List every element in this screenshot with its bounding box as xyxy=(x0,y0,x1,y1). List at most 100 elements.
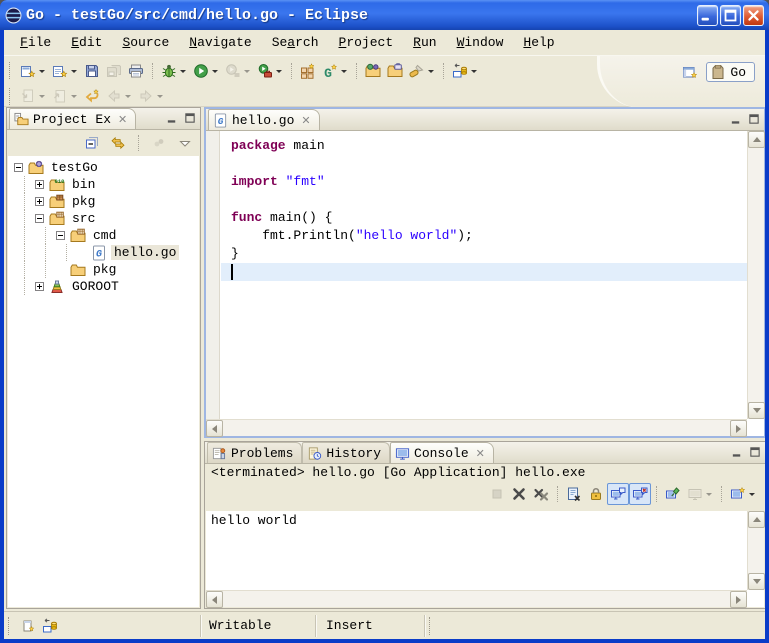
dropdown-arrow-icon[interactable] xyxy=(244,70,250,73)
show-stderr-button[interactable] xyxy=(629,483,651,505)
editor-horizontal-scrollbar[interactable] xyxy=(206,419,747,436)
trim-annotation-button[interactable] xyxy=(39,615,61,637)
pin-console-button[interactable] xyxy=(662,483,684,505)
scroll-down-button[interactable] xyxy=(748,573,765,590)
expand-toggle-icon[interactable] xyxy=(35,197,44,206)
dropdown-arrow-icon[interactable] xyxy=(428,70,434,73)
dropdown-arrow-icon[interactable] xyxy=(180,70,186,73)
annotation-nav-button[interactable] xyxy=(449,60,481,82)
tree-item-testGo[interactable]: testGo xyxy=(8,159,199,176)
tab-history[interactable]: History xyxy=(302,442,390,463)
menu-search[interactable]: Search xyxy=(262,32,329,53)
dropdown-arrow-icon[interactable] xyxy=(341,70,347,73)
collapse-toggle-icon[interactable] xyxy=(56,231,65,240)
open-resource-button[interactable] xyxy=(384,60,406,82)
remove-all-launches-button[interactable] xyxy=(530,483,552,505)
new-go-package-button[interactable] xyxy=(297,60,319,82)
external-tools-button[interactable] xyxy=(254,60,286,82)
prev-annotation-button[interactable] xyxy=(49,85,81,107)
save-button[interactable] xyxy=(81,60,103,82)
tab-console[interactable]: Console✕ xyxy=(390,442,494,463)
debug-button[interactable] xyxy=(158,60,190,82)
terminate-button[interactable] xyxy=(486,483,508,505)
tree-item-GOROOT[interactable]: GOROOT xyxy=(8,278,199,295)
open-plugin-button[interactable] xyxy=(362,60,384,82)
editor-gutter[interactable] xyxy=(206,131,220,419)
menu-edit[interactable]: Edit xyxy=(61,32,112,53)
dropdown-arrow-icon[interactable] xyxy=(39,70,45,73)
dropdown-arrow-icon[interactable] xyxy=(71,70,77,73)
dropdown-arrow-icon[interactable] xyxy=(471,70,477,73)
run-button[interactable] xyxy=(190,60,222,82)
toolbar-grip[interactable] xyxy=(9,62,12,79)
close-button[interactable] xyxy=(743,5,764,26)
close-icon[interactable]: ✕ xyxy=(301,114,310,127)
open-perspective-button[interactable] xyxy=(679,61,701,83)
trim-grip[interactable] xyxy=(8,617,11,635)
next-annotation-button[interactable] xyxy=(17,85,49,107)
scroll-right-button[interactable] xyxy=(730,591,747,608)
clear-console-button[interactable] xyxy=(563,483,585,505)
minimize-button[interactable] xyxy=(697,5,718,26)
focus-button[interactable] xyxy=(148,132,170,154)
run-history-button[interactable] xyxy=(222,60,254,82)
tree-item-pkg[interactable]: pkg xyxy=(8,261,199,278)
show-stdout-button[interactable] xyxy=(607,483,629,505)
display-console-button[interactable] xyxy=(684,483,716,505)
toolbar-grip[interactable] xyxy=(9,88,12,105)
dropdown-arrow-icon[interactable] xyxy=(125,95,131,98)
scroll-left-button[interactable] xyxy=(206,591,223,608)
code-line[interactable]: func main() { xyxy=(221,209,747,227)
expand-toggle-icon[interactable] xyxy=(35,180,44,189)
print-button[interactable] xyxy=(125,60,147,82)
link-editor-button[interactable] xyxy=(107,132,129,154)
close-icon[interactable]: ✕ xyxy=(118,113,127,126)
editor-vertical-scrollbar[interactable] xyxy=(747,131,764,419)
new-item-button[interactable] xyxy=(49,60,81,82)
dropdown-arrow-icon[interactable] xyxy=(706,493,712,496)
minimize-view-button[interactable] xyxy=(166,112,178,124)
scroll-lock-button[interactable] xyxy=(585,483,607,505)
menu-run[interactable]: Run xyxy=(403,32,446,53)
code-line[interactable]: fmt.Println("hello world"); xyxy=(221,227,747,245)
dropdown-arrow-icon[interactable] xyxy=(71,95,77,98)
tab-problems[interactable]: Problems xyxy=(207,442,302,463)
code-line[interactable]: } xyxy=(221,245,747,263)
code-line[interactable] xyxy=(221,191,747,209)
dropdown-arrow-icon[interactable] xyxy=(276,70,282,73)
scroll-up-button[interactable] xyxy=(748,511,765,528)
tree-item-pkg[interactable]: pkg xyxy=(8,193,199,210)
save-all-button[interactable] xyxy=(103,60,125,82)
scroll-right-button[interactable] xyxy=(730,420,747,437)
tree-item-src[interactable]: src xyxy=(8,210,199,227)
tree-item-bin[interactable]: 010bin xyxy=(8,176,199,193)
dropdown-arrow-icon[interactable] xyxy=(157,95,163,98)
dropdown-arrow-icon[interactable] xyxy=(212,70,218,73)
code-line[interactable] xyxy=(221,263,747,281)
scroll-down-button[interactable] xyxy=(748,402,765,419)
menu-navigate[interactable]: Navigate xyxy=(179,32,261,53)
maximize-view-button[interactable] xyxy=(184,112,196,124)
code-line[interactable]: package main xyxy=(221,137,747,155)
menu-help[interactable]: Help xyxy=(513,32,564,53)
fast-view-button[interactable] xyxy=(17,615,39,637)
code-line[interactable] xyxy=(221,155,747,173)
menu-window[interactable]: Window xyxy=(447,32,514,53)
forward-button[interactable] xyxy=(135,85,167,107)
back-button[interactable] xyxy=(103,85,135,107)
project-tree[interactable]: testGo010binpkgsrccmdGhello.gopkgGOROOT xyxy=(8,156,199,607)
maximize-button[interactable] xyxy=(720,5,741,26)
collapse-toggle-icon[interactable] xyxy=(35,214,44,223)
tab-hello-go[interactable]: G hello.go ✕ xyxy=(208,109,320,130)
console-vertical-scrollbar[interactable] xyxy=(747,511,764,590)
last-edit-button[interactable] xyxy=(81,85,103,107)
dropdown-arrow-icon[interactable] xyxy=(749,493,755,496)
tree-item-cmd[interactable]: cmd xyxy=(8,227,199,244)
minimize-view-button[interactable] xyxy=(731,446,743,458)
collapse-toggle-icon[interactable] xyxy=(14,163,23,172)
close-icon[interactable]: ✕ xyxy=(476,447,485,460)
new-wizard-button[interactable] xyxy=(17,60,49,82)
go-perspective-button[interactable]: Go xyxy=(706,62,755,82)
trim-grip[interactable] xyxy=(429,617,432,635)
search-button[interactable] xyxy=(406,60,438,82)
